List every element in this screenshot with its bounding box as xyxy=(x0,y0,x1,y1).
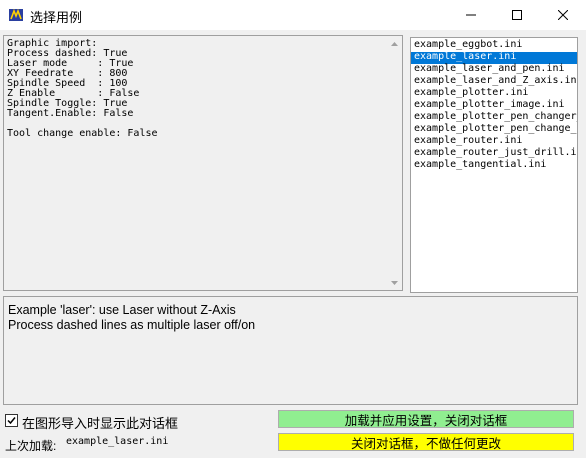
close-window-button[interactable] xyxy=(540,0,586,30)
close-no-change-button[interactable]: 关闭对话框，不做任何更改 xyxy=(278,433,574,451)
description-area[interactable]: Example 'laser': use Laser without Z-Axi… xyxy=(3,296,578,405)
example-list[interactable]: example_eggbot.ini example_laser.ini exa… xyxy=(410,37,578,293)
last-loaded-label: 上次加载: xyxy=(5,439,57,453)
chevron-down-icon xyxy=(391,280,398,285)
minimize-button[interactable] xyxy=(448,0,494,30)
scroll-down-button[interactable] xyxy=(387,275,402,290)
window-title: 选择用例 xyxy=(30,10,83,25)
app-icon xyxy=(9,8,23,21)
show-dialog-checkbox[interactable] xyxy=(5,414,18,427)
config-text-area[interactable]: Graphic import: Process dashed: True Las… xyxy=(3,35,403,291)
load-apply-button[interactable]: 加载并应用设置，关闭对话框 xyxy=(278,410,574,428)
config-text: Graphic import: Process dashed: True Las… xyxy=(7,38,158,139)
checkmark-icon xyxy=(7,417,16,425)
maximize-button[interactable] xyxy=(494,0,540,30)
title-bar: 选择用例 xyxy=(0,0,586,30)
description-line: Process dashed lines as multiple laser o… xyxy=(8,318,256,332)
show-dialog-label: 在图形导入时显示此对话框 xyxy=(22,416,179,431)
list-item[interactable]: example_tangential.ini xyxy=(411,160,577,172)
maximize-icon xyxy=(512,10,522,20)
config-scrollbar[interactable] xyxy=(387,36,402,290)
last-loaded-value: example_laser.ini xyxy=(66,436,169,447)
description-line: Example 'laser': use Laser without Z-Axi… xyxy=(8,303,236,317)
chevron-up-icon xyxy=(391,41,398,46)
close-icon xyxy=(558,10,568,20)
minimize-icon xyxy=(466,14,476,16)
scroll-up-button[interactable] xyxy=(387,36,402,51)
